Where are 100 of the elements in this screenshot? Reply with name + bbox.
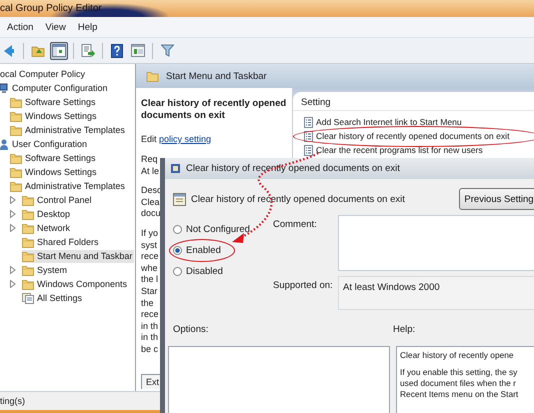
radio-option[interactable]: Not Configured <box>173 223 273 236</box>
tree-item[interactable]: Windows Settings <box>10 110 99 122</box>
tree-item[interactable]: Shared Folders <box>22 236 101 248</box>
extended-tab[interactable]: Ext <box>141 374 162 389</box>
toolbar-button[interactable] <box>108 42 126 60</box>
tree-item[interactable]: Desktop <box>22 208 72 220</box>
description-text: in th <box>141 332 158 344</box>
tree-item[interactable]: Control Panel <box>22 194 94 206</box>
description-text: rece <box>141 251 159 263</box>
menu-item[interactable]: View <box>45 22 66 32</box>
help-text: used document files when the r <box>400 378 517 389</box>
setting-icon <box>173 192 186 206</box>
folder-icon <box>10 152 22 164</box>
folder-icon <box>10 166 22 178</box>
settings-list-icon <box>22 292 34 304</box>
console-tree-icon <box>52 44 66 57</box>
policy-setting-link[interactable]: policy setting <box>159 134 212 144</box>
tree-item[interactable]: Software Settings <box>10 96 98 108</box>
setting-row[interactable]: Clear the recent programs list for new users <box>293 143 534 157</box>
tree-item[interactable]: Administrative Templates <box>10 180 127 192</box>
computer-icon <box>0 82 8 94</box>
tree-item[interactable]: Computer Configuration <box>0 82 110 94</box>
comment-field[interactable] <box>338 215 534 271</box>
description-text: syst <box>141 240 158 252</box>
description-text: the <box>141 298 154 310</box>
expand-arrow-icon[interactable] <box>10 196 16 204</box>
description-text: Req <box>141 154 158 166</box>
tree-item[interactable]: ocal Computer Policy <box>0 68 88 80</box>
folder-icon <box>10 180 22 192</box>
options-label: Options: <box>173 324 210 337</box>
folder-icon <box>22 222 34 234</box>
description-text: At le <box>141 166 160 178</box>
setting-heading: Clear history of recently opened documents on exit <box>191 194 406 204</box>
description-text: in th <box>141 320 158 332</box>
toolbar-button[interactable] <box>50 42 68 60</box>
folder-up-icon <box>31 44 45 57</box>
tree-item[interactable]: User Configuration <box>0 138 90 150</box>
description-text: whe <box>141 262 158 274</box>
tree-item[interactable]: Windows Components <box>22 278 130 290</box>
folder-icon <box>10 110 22 122</box>
radio-button[interactable] <box>173 267 182 276</box>
tree-item[interactable]: All Settings <box>22 292 84 304</box>
folder-icon <box>22 278 34 290</box>
tree-item[interactable]: System <box>22 264 70 276</box>
supported-value: At least Windows 2000 <box>343 282 440 293</box>
folder-icon <box>22 264 34 276</box>
policy-icon <box>170 163 181 174</box>
export-list-icon <box>81 44 95 57</box>
setting-row[interactable]: Clear history of recently opened documents on exit <box>293 129 534 143</box>
column-header[interactable]: Setting <box>293 94 534 111</box>
radio-button[interactable] <box>173 225 182 234</box>
help-text: Recent Items menu on the Start <box>400 389 520 400</box>
description-text: be c <box>141 344 158 356</box>
back-arrow-icon <box>4 44 14 58</box>
folder-icon <box>22 250 34 262</box>
menu-item[interactable]: Action <box>7 22 34 32</box>
status-text: ting(s) <box>0 396 26 406</box>
tree-item[interactable]: Network <box>22 222 72 234</box>
help-text: Clear history of recently opene <box>400 350 515 361</box>
pane-title: Start Menu and Taskbar <box>166 70 267 82</box>
policy-setting-icon <box>304 144 313 156</box>
filter-icon <box>160 44 174 57</box>
help-label: Help: <box>393 324 416 337</box>
tree-item[interactable]: Windows Settings <box>10 166 99 178</box>
user-icon <box>0 138 8 150</box>
description-text: docu <box>141 208 161 220</box>
edit-line: Edit policy setting <box>141 134 212 144</box>
folder-icon <box>22 208 34 220</box>
folder-icon <box>10 124 22 136</box>
window-view-icon <box>131 44 145 57</box>
description-text: Clea <box>141 196 160 208</box>
help-icon <box>111 44 123 58</box>
expand-arrow-icon[interactable] <box>10 210 16 218</box>
policy-setting-icon <box>304 116 313 128</box>
folder-icon <box>22 236 34 248</box>
description-text: Desc <box>141 185 162 197</box>
expand-arrow-icon[interactable] <box>10 224 16 232</box>
policy-setting-icon <box>304 130 313 142</box>
comment-label: Comment: <box>273 218 318 232</box>
expand-arrow-icon[interactable] <box>10 266 16 274</box>
folder-icon <box>146 70 159 82</box>
tree-item[interactable]: Administrative Templates <box>10 124 127 136</box>
tree-item[interactable]: Software Settings <box>10 152 98 164</box>
tree-item[interactable]: Start Menu and Taskbar <box>22 250 134 262</box>
policy-title: Clear history of recently opened documents on exit <box>141 98 288 122</box>
setting-row[interactable]: Add Search Internet link to Start Menu <box>293 115 534 129</box>
description-text: rece <box>141 309 159 321</box>
radio-button[interactable] <box>173 246 182 255</box>
help-text: If you enable this setting, the sy <box>400 367 518 378</box>
radio-option[interactable]: Enabled <box>173 244 273 257</box>
previous-setting-button[interactable]: Previous Setting <box>459 188 534 210</box>
folder-icon <box>10 96 22 108</box>
radio-option[interactable]: Disabled <box>173 265 273 278</box>
menu-item[interactable]: Help <box>78 22 98 32</box>
supported-label: Supported on: <box>273 279 334 293</box>
description-text: the l <box>141 274 158 286</box>
description-text: If yo <box>141 228 158 240</box>
expand-arrow-icon[interactable] <box>10 280 16 288</box>
description-text: Star <box>141 286 158 298</box>
folder-icon <box>22 194 34 206</box>
